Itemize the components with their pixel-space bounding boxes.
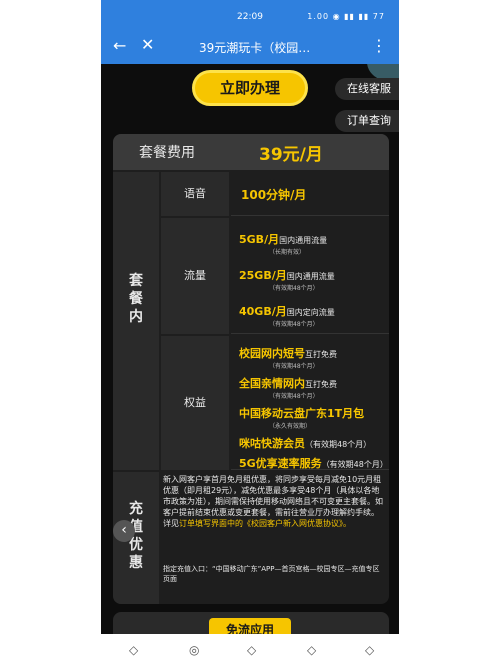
package-label: 套餐内 [113,172,159,470]
online-service-button[interactable]: 在线客服 [335,78,399,100]
system-nav-icon[interactable]: ◇ [129,643,138,657]
chevron-left-icon[interactable]: ‹ [113,520,135,542]
fee-row: 套餐费用 39元/月 [113,134,389,170]
plan-card: 套餐费用 39元/月 套餐内 语音 100分钟/月 流量 5GB/月国内通用流量… [113,134,389,604]
rights-item: 全国亲情网内互打免费 （有效期48个月） [239,372,389,400]
free-apps-button[interactable]: 免流应用 [209,618,291,634]
rights-item: 校园网内短号互打免费 （有效期48个月） [239,342,389,370]
rights-item-main: 中国移动云盘广东1T月包 [239,407,365,420]
rights-item-note: （永久有效期） [269,423,312,430]
flow-item-main: 5GB/月 [239,233,280,246]
flow-item-note: （有效期48个月） [269,321,319,328]
flow-item-main: 25GB/月 [239,269,287,282]
rights-item-main: 全国亲情网内 [239,377,305,390]
rights-item-note: （有效期48个月） [269,363,319,370]
rights-label: 权益 [161,336,229,470]
rights-item-desc: （有效期48个月） [305,440,372,449]
fee-label: 套餐费用 [139,145,195,161]
flow-label: 流量 [161,218,229,334]
rights-item-main: 5G优享速率服务 [239,457,322,470]
voice-value: 100分钟/月 [241,188,307,202]
flow-item-desc: 国内通用流量 [279,236,328,245]
nav-bar: ← ✕ 39元潮玩卡（校园… ⋮ [101,30,399,64]
flow-item: 5GB/月国内通用流量 （长期有效） [239,228,389,256]
voice-value-cell: 100分钟/月 [231,172,389,216]
system-nav-icon[interactable]: ◇ [365,643,374,657]
rights-item-desc: 互打免费 [305,350,337,359]
more-menu-icon[interactable]: ⋮ [371,36,387,55]
charge-description: 新入网客户享首月免月租优惠，将同步享受每月减免10元月租优惠（即月租29元），减… [163,474,385,529]
system-nav-icon[interactable]: ◇ [307,643,316,657]
home-icon[interactable]: ◇ [247,643,256,657]
rights-item-main: 校园网内短号 [239,347,305,360]
flow-item-desc: 国内通用流量 [286,272,335,281]
rights-item: 咪咕快游会员（有效期48个月） [239,432,389,451]
rights-item: 中国移动云盘广东1T月包 （永久有效期） [239,402,389,430]
rights-item-desc: （有效期48个月） [321,460,388,469]
rights-item-desc: 互打免费 [305,380,337,389]
order-query-button[interactable]: 订单查询 [335,110,399,132]
flow-item-main: 40GB/月 [239,305,287,318]
close-icon[interactable]: ✕ [141,35,154,54]
flow-item-desc: 国内定向流量 [286,308,335,317]
voice-label: 语音 [161,172,229,216]
apply-now-button[interactable]: 立即办理 [192,70,308,106]
flow-item-note: （有效期48个月） [269,285,319,292]
phone-screen: 22:09 1.00 ◉ ▮▮ ▮▮ 77 ← ✕ 39元潮玩卡（校园… ⋮ 立… [101,0,399,666]
flow-item: 40GB/月国内定向流量 （有效期48个月） [239,300,389,328]
page-title: 39元潮玩卡（校园… [199,41,311,55]
flow-item-note: （长期有效） [269,249,306,256]
status-icons: 1.00 ◉ ▮▮ ▮▮ 77 [307,12,385,21]
status-bar: 22:09 1.00 ◉ ▮▮ ▮▮ 77 [101,0,399,30]
rights-item-note: （有效期48个月） [269,393,319,400]
flow-value-cell: 5GB/月国内通用流量 （长期有效） 25GB/月国内通用流量 （有效期48个月… [231,218,389,334]
charge-entry: 指定充值入口：“中国移动广东”APP—首页宫格—校园专区—充值专区页面 [163,565,380,583]
rights-value-cell: 校园网内短号互打免费 （有效期48个月） 全国亲情网内互打免费 （有效期48个月… [231,336,389,470]
flow-item: 25GB/月国内通用流量 （有效期48个月） [239,264,389,292]
package-label-text: 套餐内 [129,273,143,325]
system-nav-icon[interactable]: ◎ [189,643,199,657]
charge-agreement-link[interactable]: 订单填写界面中的《校园客户新入网优惠协议》。 [179,519,351,528]
fee-price: 39元/月 [259,145,323,165]
rights-item: 5G优享速率服务（有效期48个月） [239,452,389,471]
page-content: 立即办理 在线客服 订单查询 套餐费用 39元/月 套餐内 语音 100分钟/月… [101,64,399,634]
back-arrow-icon[interactable]: ← [113,36,126,55]
rights-item-main: 咪咕快游会员 [239,437,305,450]
system-nav-bar: ◇ ◎ ◇ ◇ ◇ [101,634,399,666]
